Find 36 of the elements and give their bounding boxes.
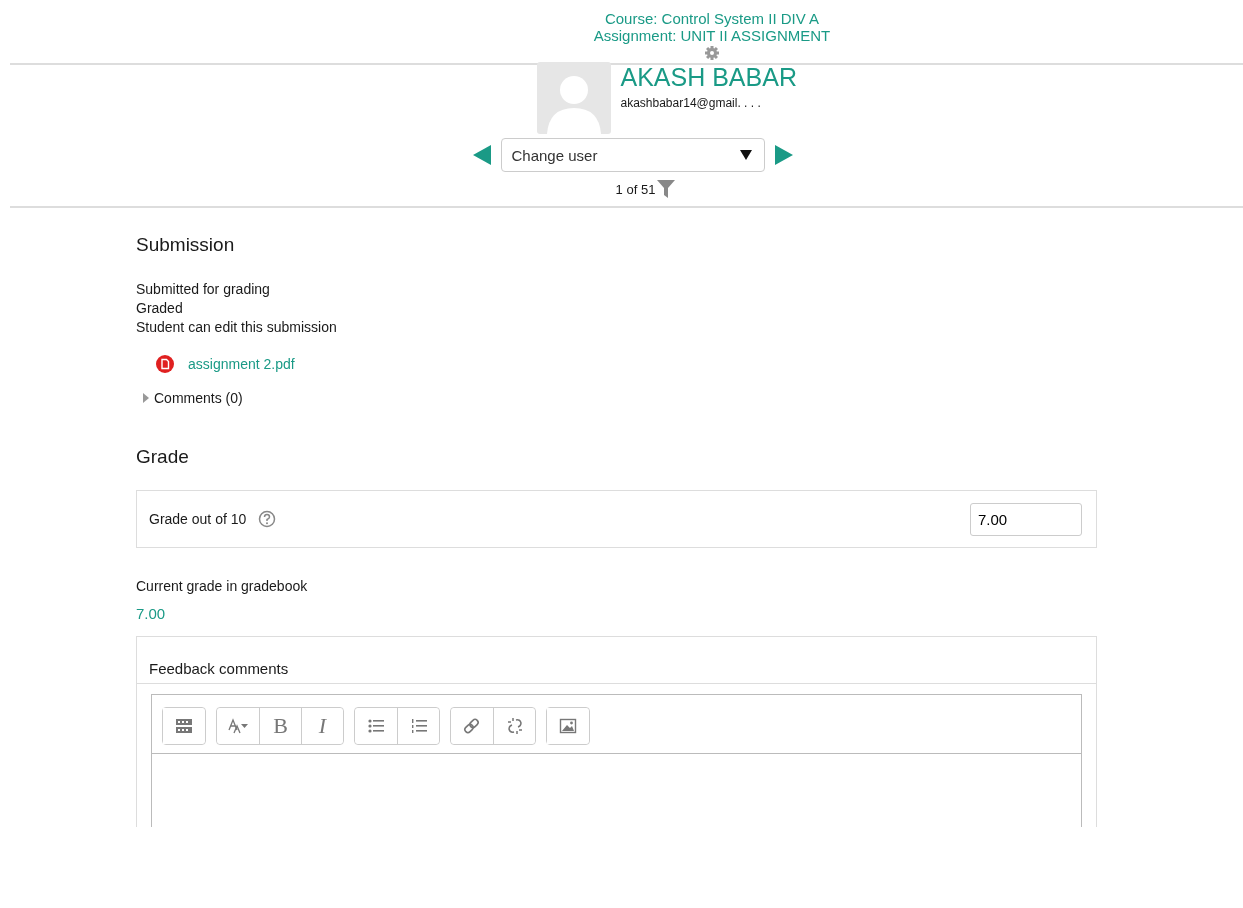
user-count: 1 of 51 bbox=[615, 181, 656, 197]
numbered-list-button[interactable] bbox=[397, 708, 439, 744]
current-grade-link[interactable]: 7.00 bbox=[136, 605, 166, 622]
bullet-list-icon bbox=[367, 717, 385, 735]
broken-link-icon bbox=[505, 717, 524, 735]
section-heading: Grade bbox=[136, 446, 190, 468]
link-icon bbox=[463, 717, 481, 735]
section-heading: Submission bbox=[136, 234, 236, 256]
gear-icon bbox=[704, 45, 720, 61]
numbered-list-icon bbox=[409, 717, 428, 735]
assignment-link[interactable]: Assignment: UNIT II ASSIGNMENT bbox=[593, 27, 831, 44]
grade-input[interactable]: 7.00 bbox=[970, 502, 1082, 536]
file-link[interactable]: assignment 2.pdf bbox=[188, 356, 295, 372]
italic-button[interactable]: I bbox=[301, 708, 343, 744]
filter-button[interactable] bbox=[657, 180, 676, 198]
pdf-file-icon bbox=[156, 355, 174, 373]
current-grade-label: Current grade in gradebook bbox=[136, 578, 309, 594]
course-link[interactable]: Course: Control System II DIV A bbox=[604, 10, 820, 27]
feedback-label: Feedback comments bbox=[137, 637, 1096, 684]
comments-toggle[interactable]: Comments (0) bbox=[141, 390, 243, 406]
status-text: Graded bbox=[136, 299, 184, 318]
image-icon bbox=[559, 717, 577, 735]
status-text: Submitted for grading bbox=[136, 280, 271, 299]
grade-label: Grade out of 10 bbox=[149, 511, 247, 527]
status-text: Student can edit this submission bbox=[136, 318, 338, 337]
toolbar-toggle-button[interactable] bbox=[163, 708, 205, 744]
user-email: akashbabar14@gmail. . . . bbox=[620, 96, 762, 110]
next-user-button[interactable] bbox=[772, 144, 795, 166]
user-name-link[interactable]: AKASH BABAR bbox=[620, 62, 797, 92]
help-icon bbox=[258, 510, 277, 528]
broken-link-button[interactable] bbox=[493, 708, 535, 744]
dropdown-caret-icon bbox=[739, 150, 752, 160]
change-user-select[interactable]: Change user bbox=[500, 138, 765, 172]
font-style-icon bbox=[227, 717, 249, 735]
image-button[interactable] bbox=[547, 708, 589, 744]
toolbar-toggle-icon bbox=[175, 717, 193, 735]
